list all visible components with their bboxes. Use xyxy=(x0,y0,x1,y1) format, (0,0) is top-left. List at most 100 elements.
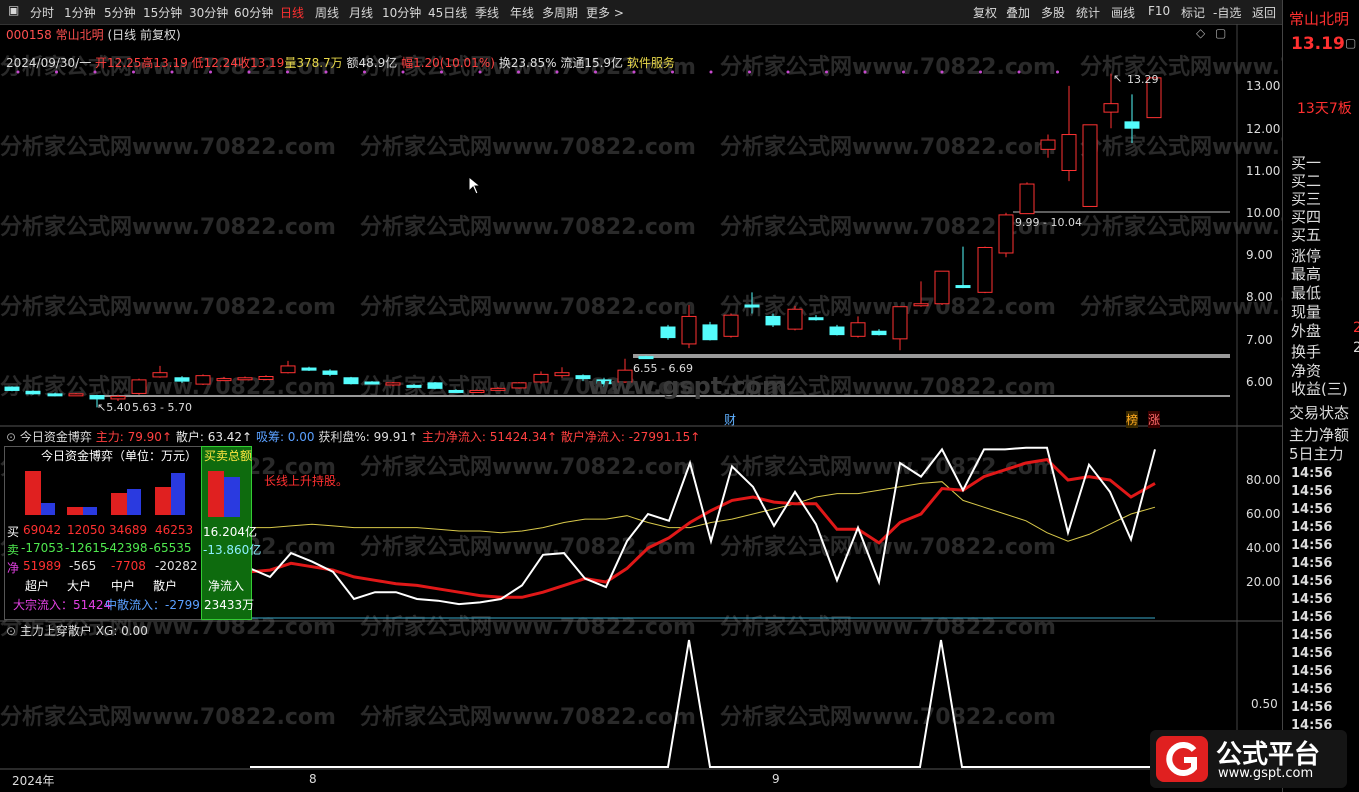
tab-60min[interactable]: 60分钟 xyxy=(234,4,273,21)
signal-dot xyxy=(748,70,751,74)
gamebox-bars xyxy=(25,471,185,515)
watermark-text: 分析家公式网www.70822.com xyxy=(720,534,1056,560)
signal-dot xyxy=(902,70,905,74)
tab-10min[interactable]: 10分钟 xyxy=(382,4,421,21)
watermark-text: 分析家公式网www.70822.com xyxy=(1080,134,1282,160)
tab-yearly[interactable]: 年线 xyxy=(510,4,534,21)
watchlist-button[interactable]: -自选 xyxy=(1213,4,1241,21)
quote-open: 开12.25 xyxy=(95,56,142,70)
tab-30min[interactable]: 30分钟 xyxy=(189,4,228,21)
candle-body xyxy=(490,387,506,391)
signal-dot xyxy=(709,70,713,74)
net-label: 净 xyxy=(7,561,20,575)
back-button[interactable]: 返回 xyxy=(1252,4,1276,21)
candle-body xyxy=(977,246,993,293)
tag-bang[interactable]: 榜 xyxy=(1126,411,1139,428)
tag-limit-up[interactable]: 涨 xyxy=(1148,411,1161,428)
panel3-title[interactable]: 主力上穿散户 xyxy=(20,624,92,638)
panel2-toggle-icon[interactable]: ⊙ xyxy=(6,430,16,444)
candle-body xyxy=(660,326,676,339)
price-tick: 13.00 xyxy=(1246,79,1281,93)
tag-finance[interactable]: 财 xyxy=(724,411,736,428)
panel2-tick: 40.00 xyxy=(1246,541,1281,555)
bar-big-sell xyxy=(83,507,97,515)
watermark-text: 分析家公式网www.70822.com xyxy=(0,214,336,240)
tab-15min[interactable]: 15分钟 xyxy=(143,4,182,21)
panel2-main: 主力: 79.90↑ xyxy=(95,430,173,444)
kline-chart[interactable]: 分析家公式网www.70822.com 分析家公式网www.70822.com 分析… xyxy=(0,24,1282,792)
bar-super-sell xyxy=(41,503,55,515)
candle-body xyxy=(1040,139,1056,150)
tab-5min[interactable]: 5分钟 xyxy=(104,4,136,21)
tab-weekly[interactable]: 周线 xyxy=(315,4,339,21)
stock-header: 000158 常山北明 (日线 前复权) xyxy=(6,26,181,43)
mid-retail-inflow: 中散流入：-27991 xyxy=(105,598,208,612)
candle-body xyxy=(638,356,654,360)
tab-monthly[interactable]: 月线 xyxy=(349,4,373,21)
xaxis-sep: 9 xyxy=(772,772,780,786)
buy-row: 买 xyxy=(7,523,19,540)
f10-button[interactable]: F10 xyxy=(1148,4,1170,18)
watermark-gspt: www.gspt.com xyxy=(588,372,788,400)
window-icon[interactable]: ▢ xyxy=(1215,26,1226,40)
sidebar-stock-name[interactable]: 常山北明 xyxy=(1289,8,1349,29)
candle-body xyxy=(280,365,296,374)
tab-quarter[interactable]: 季线 xyxy=(475,4,499,21)
annot-low-value: 5.40 xyxy=(106,401,131,414)
panel3-toggle-icon[interactable]: ⊙ xyxy=(6,624,16,638)
sidebar-main-net[interactable]: 主力净额 xyxy=(1289,424,1349,445)
net-3: -20282 xyxy=(155,559,198,573)
price-tick: 10.00 xyxy=(1246,206,1281,220)
draw-button[interactable]: 画线 xyxy=(1111,4,1135,21)
tab-more[interactable]: 更多 > xyxy=(586,4,624,21)
annot-range-3: 5.63 - 5.70 xyxy=(132,401,192,414)
sidebar-label: 最低 xyxy=(1291,284,1322,302)
sidebar-time: 14:56 xyxy=(1291,700,1333,715)
candle-body xyxy=(131,379,147,394)
watermark-text: 分析家公式网www.70822.com xyxy=(0,134,336,160)
fuquan-button[interactable]: 复权 xyxy=(973,4,997,21)
quote-change: 幅1.20(10.01%) xyxy=(401,56,495,70)
sidebar-five-day[interactable]: 5日主力 xyxy=(1289,443,1344,464)
sidebar-price: 13.19 xyxy=(1291,34,1345,54)
candle-body xyxy=(765,315,781,326)
annot-range-1: 9.99 - 10.04 xyxy=(1015,216,1082,229)
quote-sidebar: 常山北明 13.19 ▢ 13天7板 买一 买二 买三 买四 买五 涨停 最高 最低 现量 外盘换… xyxy=(1282,0,1359,792)
diamond-icon[interactable]: ◇ xyxy=(1196,26,1205,40)
panel2-title[interactable]: 今日资金博弈 xyxy=(20,430,92,444)
candle-body xyxy=(998,214,1014,254)
tab-fenshi[interactable]: 分时 xyxy=(30,4,54,21)
watermark-text: 分析家公式网www.70822.com xyxy=(360,134,696,160)
stats-button[interactable]: 统计 xyxy=(1076,4,1100,21)
sidebar-value-1: 2 xyxy=(1353,340,1359,356)
panel2-retail-inflow: 散户净流入: -27991.15↑ xyxy=(560,430,701,444)
cat-super: 超户 xyxy=(25,579,50,593)
sidebar-time: 14:56 xyxy=(1291,574,1333,589)
price-tick: 9.00 xyxy=(1246,248,1273,262)
candle-body xyxy=(174,377,190,382)
bar-mid-buy xyxy=(111,493,127,515)
sell-2: -42398 xyxy=(105,541,148,555)
sidebar-expand-icon[interactable]: ▢ xyxy=(1345,36,1356,50)
stock-code-name[interactable]: 000158 常山北明 xyxy=(6,28,104,42)
quote-amount: 额48.9亿 xyxy=(346,56,398,70)
candle-body xyxy=(744,304,760,308)
net-title: 买卖总额 xyxy=(204,449,253,463)
tab-multi-period[interactable]: 多周期 xyxy=(542,4,578,21)
tab-1min[interactable]: 1分钟 xyxy=(64,4,96,21)
mark-button[interactable]: 标记 xyxy=(1181,4,1205,21)
panel2-retail: 散户: 63.42↑ xyxy=(175,430,253,444)
sidebar-label: 外盘 xyxy=(1291,322,1322,340)
sidebar-trade-status[interactable]: 交易状态 xyxy=(1289,402,1349,423)
quote-sector[interactable]: 软件服务 xyxy=(627,56,675,70)
tab-45day[interactable]: 45日线 xyxy=(428,4,467,21)
menu-icon[interactable]: ▣ xyxy=(8,3,19,17)
gspt-logo: 公式平台 www.gspt.com xyxy=(1150,730,1347,788)
candle-body xyxy=(406,384,422,388)
block-inflow: 大宗流入：51424 xyxy=(13,598,112,612)
tab-daily[interactable]: 日线 xyxy=(280,4,304,21)
multi-stock-button[interactable]: 多股 xyxy=(1041,4,1065,21)
overlay-button[interactable]: 叠加 xyxy=(1006,4,1030,21)
watermark-text: 分析家公式网www.70822.com xyxy=(360,294,696,320)
sidebar-time: 14:56 xyxy=(1291,502,1333,517)
